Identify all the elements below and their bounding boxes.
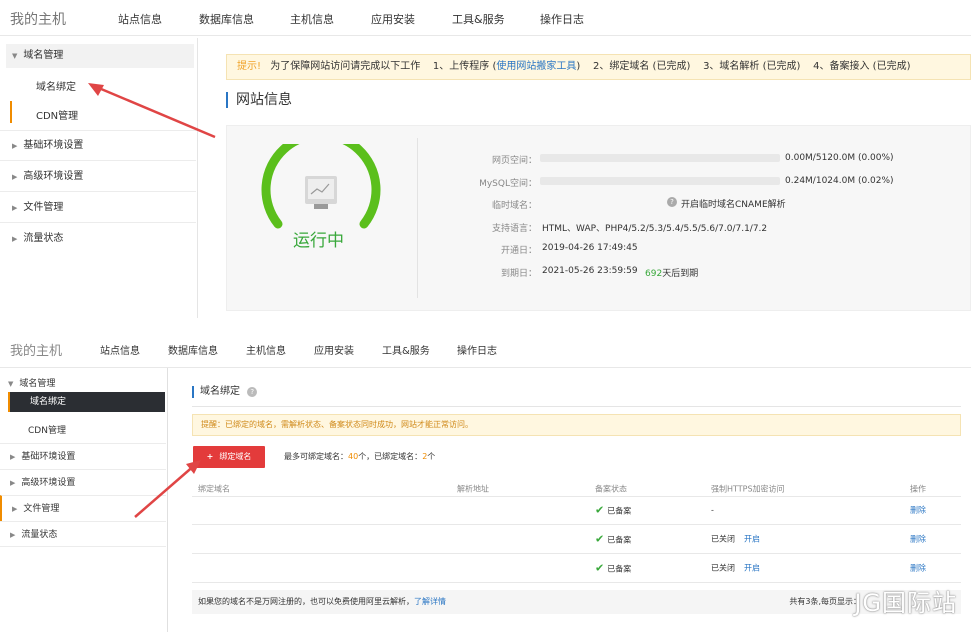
arrow-to-domain-binding [93,84,216,139]
arrow-to-bind-button [134,463,197,518]
annotation-arrows [88,83,216,518]
